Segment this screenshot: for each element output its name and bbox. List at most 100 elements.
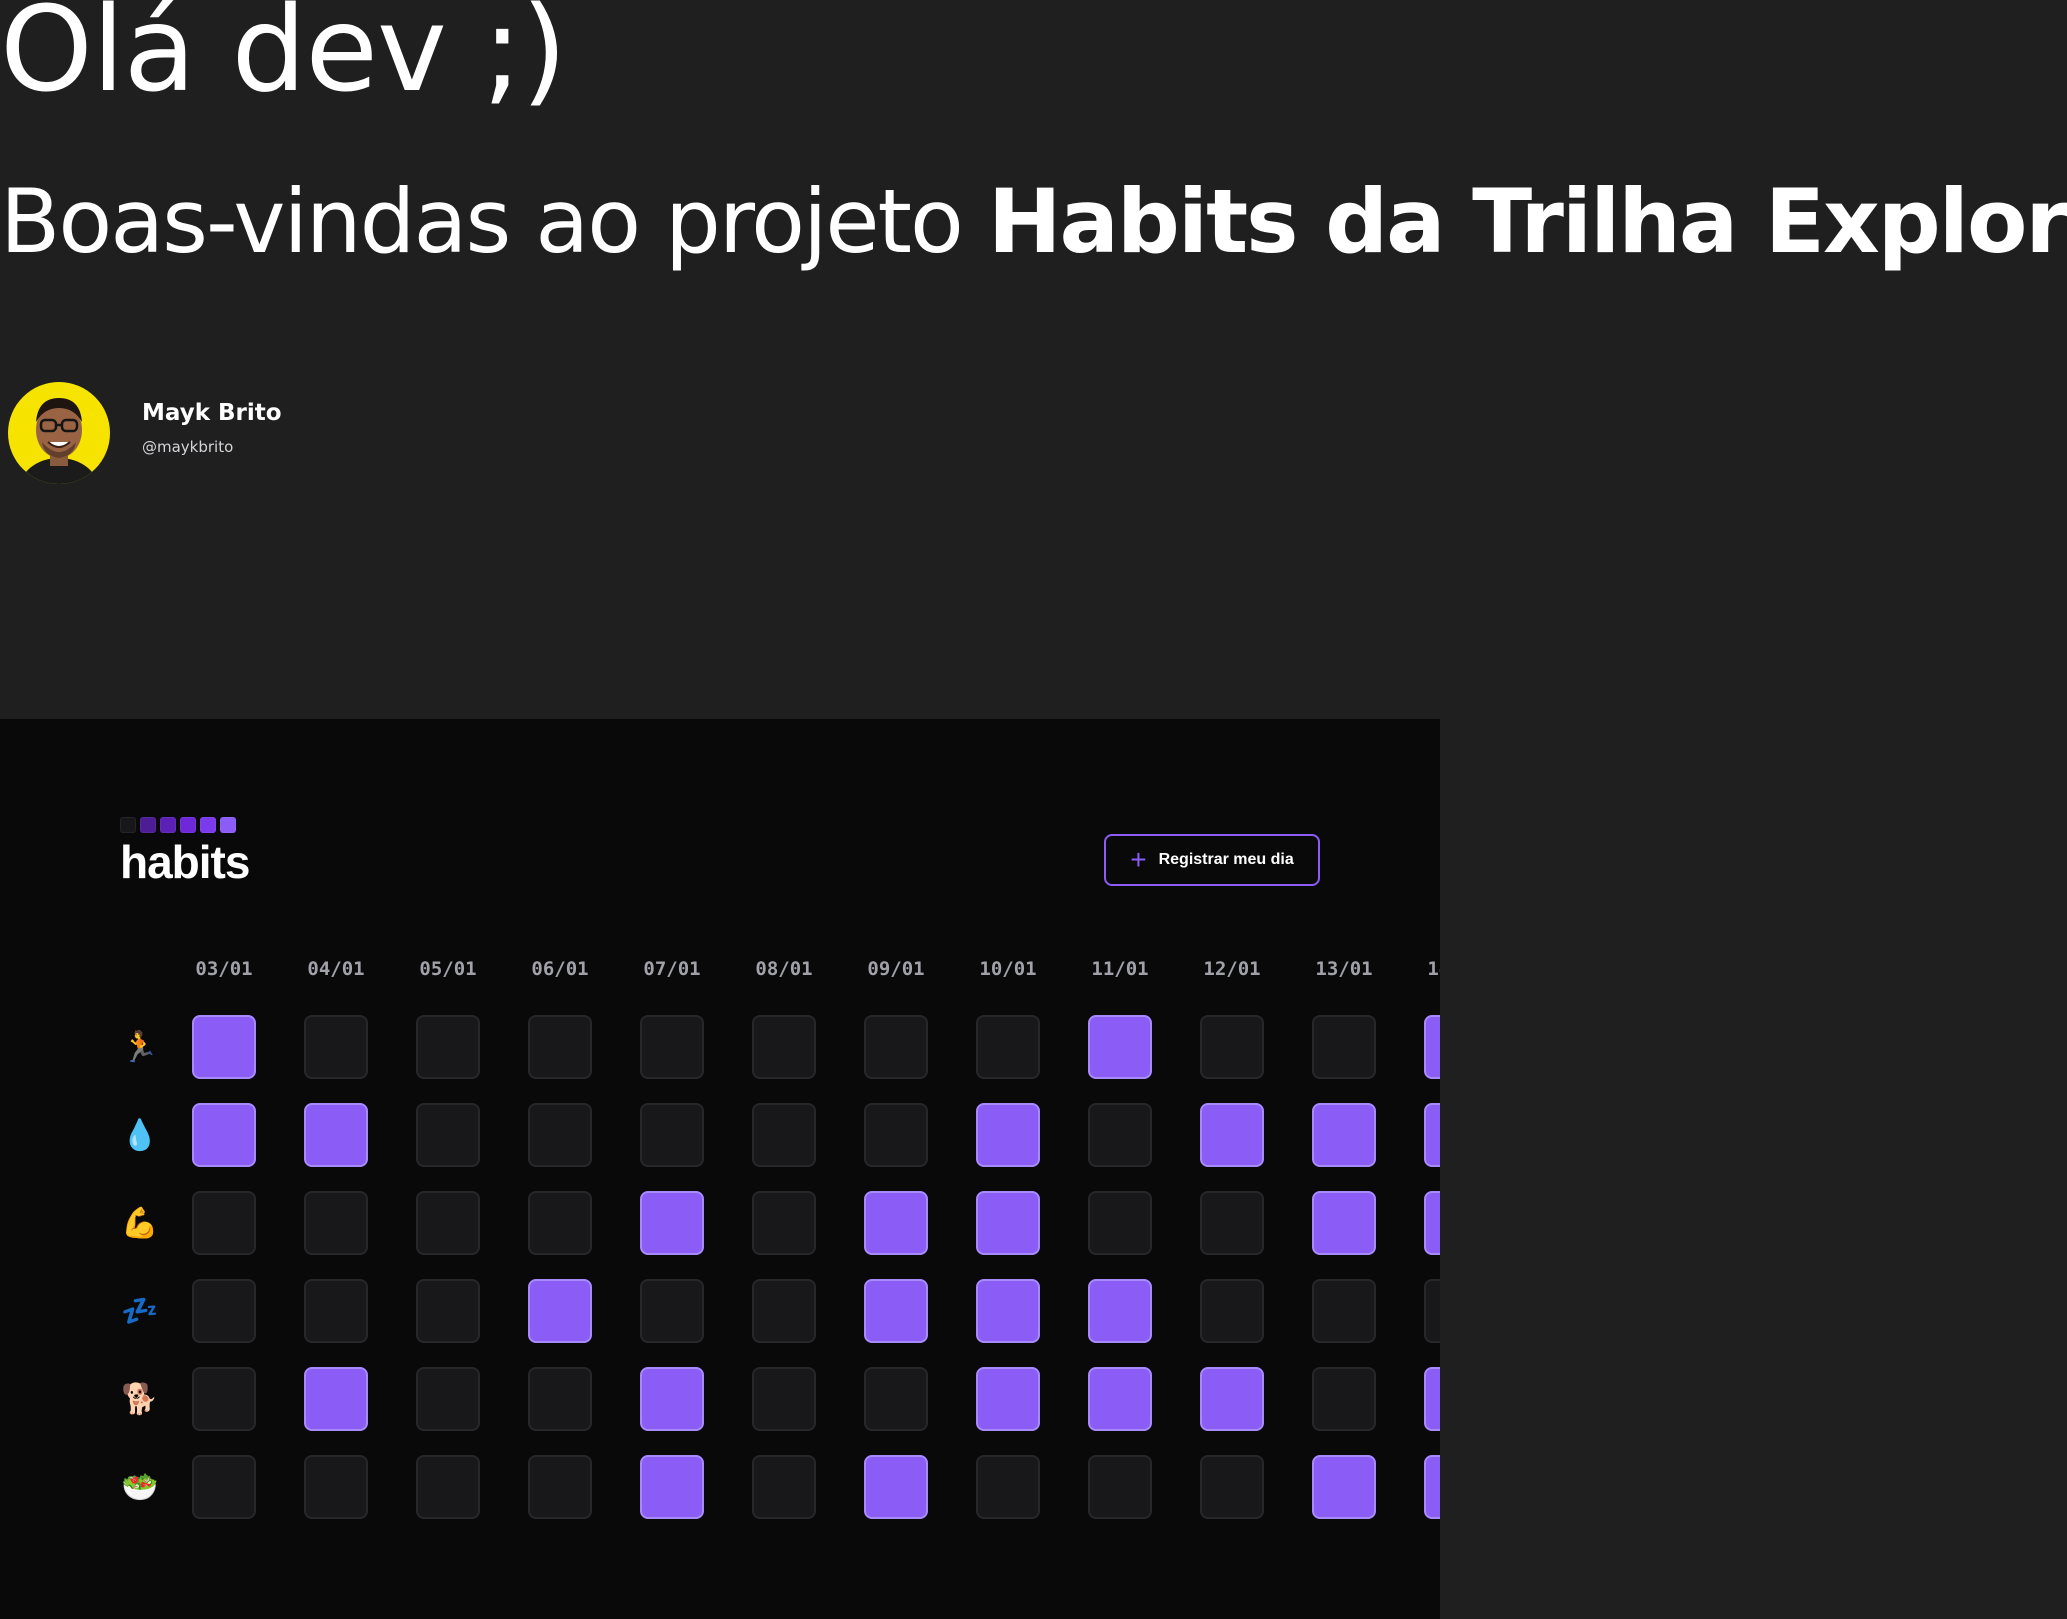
habit-day-cell[interactable] — [304, 1455, 368, 1519]
habit-day-cell[interactable] — [1088, 1367, 1152, 1431]
logo-square — [140, 817, 156, 833]
habit-day-cell[interactable] — [528, 1191, 592, 1255]
logo-square — [120, 817, 136, 833]
habit-day-cell[interactable] — [864, 1015, 928, 1079]
habit-day-cell[interactable] — [1200, 1367, 1264, 1431]
habit-day-cell[interactable] — [1200, 1455, 1264, 1519]
habit-day-cell[interactable] — [416, 1367, 480, 1431]
habit-day-cell[interactable] — [192, 1015, 256, 1079]
habit-day-cell[interactable] — [1200, 1191, 1264, 1255]
habit-day-cell[interactable] — [1088, 1279, 1152, 1343]
date-label: 11/01 — [1091, 958, 1149, 980]
habit-day-cell[interactable] — [1200, 1103, 1264, 1167]
habit-day-cell[interactable] — [752, 1455, 816, 1519]
date-label: 04/01 — [307, 958, 365, 980]
habit-day-cell[interactable] — [976, 1367, 1040, 1431]
habit-day-cell[interactable] — [304, 1191, 368, 1255]
date-label: 08/01 — [755, 958, 813, 980]
date-label: 03/01 — [195, 958, 253, 980]
author-name[interactable]: Mayk Brito — [142, 400, 282, 426]
habit-day-cell[interactable] — [528, 1103, 592, 1167]
habit-day-cell[interactable] — [304, 1103, 368, 1167]
date-label: 12/01 — [1203, 958, 1261, 980]
habit-day-cell[interactable] — [416, 1455, 480, 1519]
habit-day-cell[interactable] — [752, 1103, 816, 1167]
habit-day-cell[interactable] — [304, 1279, 368, 1343]
habit-day-cell[interactable] — [416, 1279, 480, 1343]
habit-day-cell[interactable] — [304, 1015, 368, 1079]
habit-day-cell[interactable] — [752, 1191, 816, 1255]
habit-day-cell[interactable] — [1088, 1015, 1152, 1079]
logo-squares — [120, 817, 249, 833]
habit-day-cell[interactable] — [976, 1103, 1040, 1167]
habit-day-cell[interactable] — [640, 1191, 704, 1255]
dog-icon: 🐕 — [121, 1382, 159, 1416]
date-label: 13/01 — [1315, 958, 1373, 980]
habit-day-cell[interactable] — [1088, 1103, 1152, 1167]
habits-logo: habits — [120, 817, 250, 888]
habit-day-cell[interactable] — [1424, 1103, 1440, 1167]
app-preview-screenshot: habits + Registrar meu dia 03/01 04/01 05/… — [0, 719, 1440, 1619]
habit-day-cell[interactable] — [976, 1279, 1040, 1343]
welcome-prefix: Boas-vindas ao projeto — [0, 170, 988, 273]
habit-day-cell[interactable] — [864, 1103, 928, 1167]
habit-day-cell[interactable] — [976, 1191, 1040, 1255]
habit-day-cell[interactable] — [1424, 1367, 1440, 1431]
date-label: 06/01 — [531, 958, 589, 980]
habit-day-cell[interactable] — [1424, 1455, 1440, 1519]
habit-day-cell[interactable] — [192, 1191, 256, 1255]
habit-day-cell[interactable] — [1088, 1455, 1152, 1519]
habit-day-cell[interactable] — [1424, 1015, 1440, 1079]
greeting-title: Olá dev ;) — [0, 0, 567, 118]
author-handle[interactable]: @maykbrito — [142, 438, 282, 456]
habit-day-cell[interactable] — [528, 1455, 592, 1519]
habit-day-cell[interactable] — [416, 1191, 480, 1255]
logo-square — [160, 817, 176, 833]
habit-day-cell[interactable] — [192, 1103, 256, 1167]
habit-day-cell[interactable] — [192, 1455, 256, 1519]
date-label: 14/01 — [1427, 958, 1440, 980]
habit-day-cell[interactable] — [640, 1103, 704, 1167]
plus-icon: + — [1130, 844, 1147, 875]
habit-day-cell[interactable] — [1424, 1191, 1440, 1255]
logo-square — [200, 817, 216, 833]
habit-day-cell[interactable] — [1200, 1279, 1264, 1343]
habit-day-cell[interactable] — [1312, 1015, 1376, 1079]
habit-day-cell[interactable] — [304, 1367, 368, 1431]
habit-day-cell[interactable] — [752, 1367, 816, 1431]
habit-day-cell[interactable] — [752, 1279, 816, 1343]
habit-day-cell[interactable] — [864, 1455, 928, 1519]
habit-day-cell[interactable] — [1312, 1367, 1376, 1431]
habit-day-cell[interactable] — [864, 1367, 928, 1431]
habit-day-cell[interactable] — [1312, 1279, 1376, 1343]
habit-day-cell[interactable] — [1312, 1191, 1376, 1255]
habit-day-cell[interactable] — [528, 1367, 592, 1431]
habit-day-cell[interactable] — [1200, 1015, 1264, 1079]
avatar[interactable] — [8, 382, 110, 484]
habit-day-cell[interactable] — [1088, 1191, 1152, 1255]
habit-day-cell[interactable] — [528, 1279, 592, 1343]
habit-day-cell[interactable] — [640, 1367, 704, 1431]
habit-day-cell[interactable] — [528, 1015, 592, 1079]
habit-day-cell[interactable] — [752, 1015, 816, 1079]
habit-day-cell[interactable] — [640, 1455, 704, 1519]
habit-day-cell[interactable] — [976, 1015, 1040, 1079]
habit-day-cell[interactable] — [416, 1103, 480, 1167]
register-day-button[interactable]: + Registrar meu dia — [1104, 834, 1320, 886]
habit-day-cell[interactable] — [864, 1191, 928, 1255]
habit-day-cell[interactable] — [1424, 1279, 1440, 1343]
logo-text: habits — [120, 836, 250, 888]
habit-day-cell[interactable] — [976, 1455, 1040, 1519]
habit-day-cell[interactable] — [416, 1015, 480, 1079]
habit-day-cell[interactable] — [192, 1367, 256, 1431]
water-drop-icon: 💧 — [121, 1118, 159, 1152]
habit-day-cell[interactable] — [640, 1279, 704, 1343]
habit-day-cell[interactable] — [640, 1015, 704, 1079]
author-card[interactable]: Mayk Brito @maykbrito — [8, 382, 282, 484]
habit-day-cell[interactable] — [192, 1279, 256, 1343]
date-label: 09/01 — [867, 958, 925, 980]
date-label: 05/01 — [419, 958, 477, 980]
habit-day-cell[interactable] — [1312, 1103, 1376, 1167]
habit-day-cell[interactable] — [1312, 1455, 1376, 1519]
habit-day-cell[interactable] — [864, 1279, 928, 1343]
